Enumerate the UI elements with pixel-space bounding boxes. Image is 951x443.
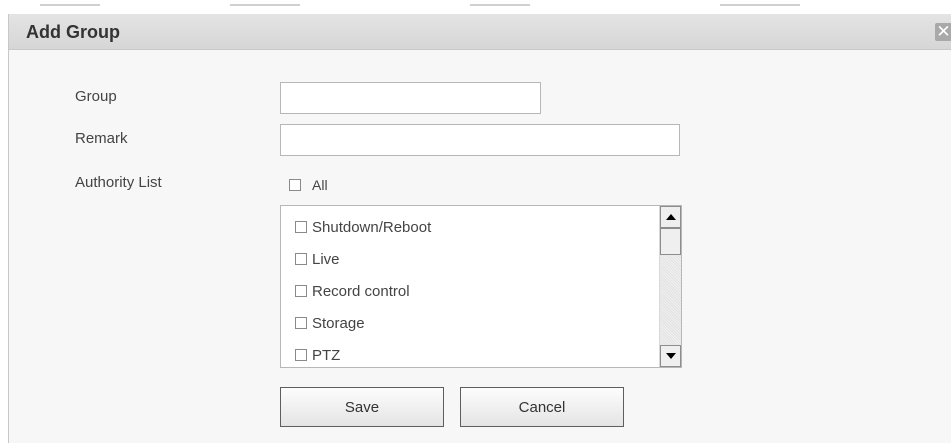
remark-input[interactable] <box>280 124 680 156</box>
background-divider <box>230 4 300 6</box>
save-button[interactable]: Save <box>280 387 444 427</box>
authority-checkbox[interactable] <box>295 221 307 234</box>
close-icon[interactable]: ✕ <box>935 23 951 41</box>
authority-list-scrollbar[interactable] <box>659 206 681 367</box>
add-group-dialog: Add Group ✕ Group Remark Authority List … <box>8 14 951 443</box>
authority-item-live[interactable]: Live <box>295 251 340 268</box>
authority-item-ptz[interactable]: PTZ <box>295 347 340 364</box>
select-all-label: All <box>312 177 328 193</box>
dialog-title: Add Group <box>26 22 120 42</box>
authority-checkbox[interactable] <box>295 253 307 266</box>
scroll-down-button[interactable] <box>660 345 681 367</box>
scrollbar-thumb[interactable] <box>660 228 681 255</box>
background-divider <box>40 4 100 6</box>
dialog-titlebar: Add Group ✕ <box>9 14 951 50</box>
authority-item-label: Live <box>312 251 340 268</box>
select-all-option[interactable]: All <box>289 177 328 193</box>
authority-item-label: Shutdown/Reboot <box>312 219 432 236</box>
group-label: Group <box>75 88 117 105</box>
authority-item-record-control[interactable]: Record control <box>295 283 410 300</box>
remark-label: Remark <box>75 130 128 147</box>
background-divider <box>470 4 530 6</box>
authority-item-shutdown-reboot[interactable]: Shutdown/Reboot <box>295 219 431 236</box>
cancel-button[interactable]: Cancel <box>460 387 624 427</box>
authority-listbox[interactable]: Shutdown/Reboot Live Record control Stor… <box>280 205 682 368</box>
authority-checkbox[interactable] <box>295 349 307 362</box>
chevron-up-icon <box>666 214 676 220</box>
authority-checkbox[interactable] <box>295 285 307 298</box>
select-all-checkbox[interactable] <box>289 179 301 192</box>
group-name-input[interactable] <box>280 82 541 114</box>
authority-list-label: Authority List <box>75 174 162 191</box>
authority-item-label: Storage <box>312 315 365 332</box>
authority-item-label: Record control <box>312 283 410 300</box>
authority-checkbox[interactable] <box>295 317 307 330</box>
chevron-down-icon <box>666 353 676 359</box>
background-window-strip <box>0 0 951 14</box>
scroll-up-button[interactable] <box>660 206 681 228</box>
authority-item-storage[interactable]: Storage <box>295 315 365 332</box>
authority-item-label: PTZ <box>312 347 341 364</box>
background-divider <box>720 4 800 6</box>
